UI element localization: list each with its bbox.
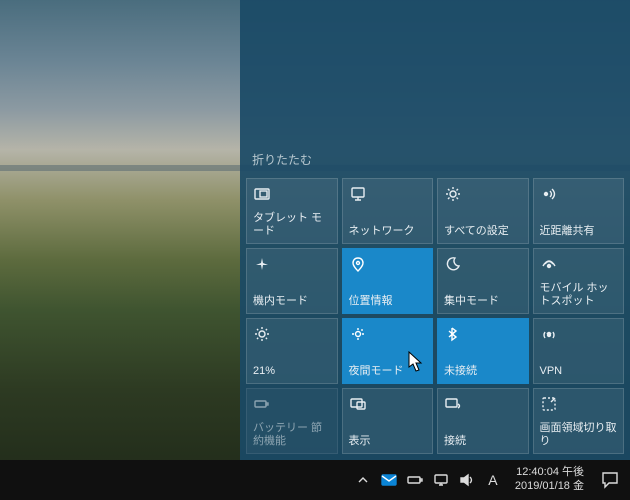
collapse-button[interactable]: 折りたたむ xyxy=(246,143,624,178)
battery-tray-icon[interactable] xyxy=(403,460,427,500)
tablet-icon xyxy=(253,185,271,203)
tile-label: すべての設定 xyxy=(444,225,522,238)
tile-night-light[interactable]: 夜間モード xyxy=(342,318,434,384)
tile-label: モバイル ホットスポット xyxy=(540,282,618,308)
action-center-button[interactable] xyxy=(594,460,626,500)
tile-connect[interactable]: 接続 xyxy=(437,388,529,454)
tile-label: 未接続 xyxy=(444,365,522,378)
tile-vpn[interactable]: VPN xyxy=(533,318,625,384)
hotspot-icon xyxy=(540,255,558,273)
nearby-icon xyxy=(540,185,558,203)
tile-label: 夜間モード xyxy=(349,365,427,378)
tile-label: タブレット モード xyxy=(253,212,331,238)
action-center-panel: 折りたたむ タブレット モードネットワーク すべての設定 近距離共有機内モード 位置情… xyxy=(240,0,630,460)
battery-icon xyxy=(253,395,271,413)
taskbar: A 12:40:04 午後 2019/01/18 金 xyxy=(0,460,630,500)
clock-button[interactable]: 12:40:04 午後 2019/01/18 金 xyxy=(507,466,592,494)
tile-battery-saver: バッテリー 節約機能 xyxy=(246,388,338,454)
network-tray-icon[interactable] xyxy=(429,460,453,500)
system-tray: A 12:40:04 午後 2019/01/18 金 xyxy=(351,460,626,500)
tile-label: 近距離共有 xyxy=(540,225,618,238)
connect-icon xyxy=(444,395,462,413)
tile-project[interactable]: 表示 xyxy=(342,388,434,454)
clock-date: 2019/01/18 金 xyxy=(515,480,584,494)
tile-nearby-share[interactable]: 近距離共有 xyxy=(533,178,625,244)
tile-brightness[interactable]: 21% xyxy=(246,318,338,384)
quick-action-tiles: タブレット モードネットワーク すべての設定 近距離共有機内モード 位置情報 集中モード… xyxy=(246,178,624,454)
tile-label: 位置情報 xyxy=(349,295,427,308)
tile-mobile-hotspot[interactable]: モバイル ホットスポット xyxy=(533,248,625,314)
gear-icon xyxy=(444,185,462,203)
airplane-icon xyxy=(253,255,271,273)
tile-focus-assist[interactable]: 集中モード xyxy=(437,248,529,314)
tile-label: バッテリー 節約機能 xyxy=(253,422,331,448)
vpn-icon xyxy=(540,325,558,343)
bluetooth-icon xyxy=(444,325,462,343)
volume-tray-icon[interactable] xyxy=(455,460,479,500)
ime-indicator[interactable]: A xyxy=(481,460,505,500)
moon-icon xyxy=(444,255,462,273)
tile-airplane-mode[interactable]: 機内モード xyxy=(246,248,338,314)
sun-icon xyxy=(253,325,271,343)
tile-label: VPN xyxy=(540,365,618,378)
snip-icon xyxy=(540,395,558,413)
tile-bluetooth[interactable]: 未接続 xyxy=(437,318,529,384)
tile-label: 21% xyxy=(253,365,331,378)
tile-all-settings[interactable]: すべての設定 xyxy=(437,178,529,244)
network-icon xyxy=(349,185,367,203)
tile-tablet-mode[interactable]: タブレット モード xyxy=(246,178,338,244)
tile-label: 機内モード xyxy=(253,295,331,308)
tray-overflow-button[interactable] xyxy=(351,460,375,500)
tile-network[interactable]: ネットワーク xyxy=(342,178,434,244)
clock-time: 12:40:04 午後 xyxy=(515,466,584,480)
tile-label: 接続 xyxy=(444,435,522,448)
tile-label: ネットワーク xyxy=(349,225,427,238)
project-icon xyxy=(349,395,367,413)
location-icon xyxy=(349,255,367,273)
tile-label: 画面領域切り取り xyxy=(540,422,618,448)
tile-screen-snip[interactable]: 画面領域切り取り xyxy=(533,388,625,454)
tile-label: 集中モード xyxy=(444,295,522,308)
night-icon xyxy=(349,325,367,343)
tile-location[interactable]: 位置情報 xyxy=(342,248,434,314)
mail-icon[interactable] xyxy=(377,460,401,500)
tile-label: 表示 xyxy=(349,435,427,448)
